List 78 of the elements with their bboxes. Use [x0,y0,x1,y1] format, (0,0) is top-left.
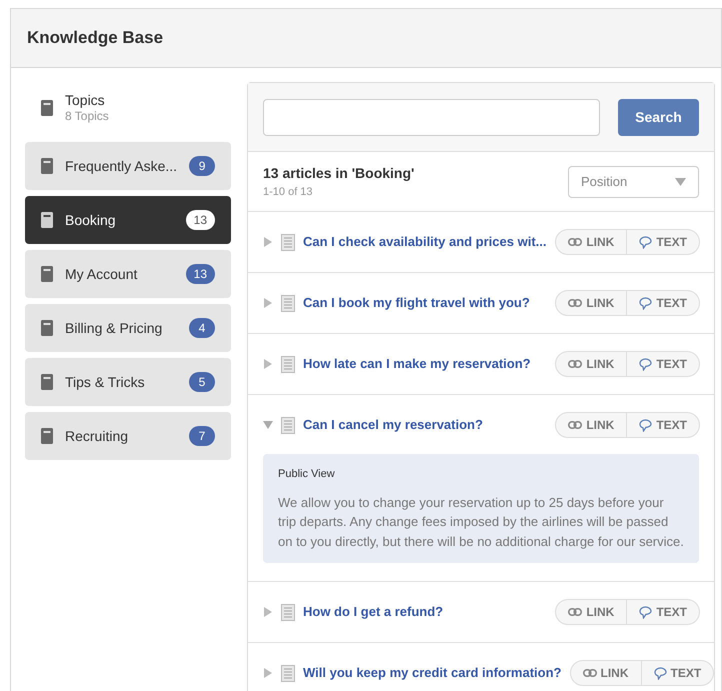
link-button[interactable]: LINK [555,290,628,316]
link-button[interactable]: LINK [555,229,628,255]
book-icon [41,212,53,228]
link-button[interactable]: LINK [555,351,628,377]
expand-triangle-icon[interactable] [263,298,273,308]
chain-link-icon [568,238,582,246]
count-badge: 13 [186,264,215,284]
book-icon [41,374,53,390]
topic-label: Booking [65,210,117,230]
document-icon [281,294,295,312]
document-icon [281,664,295,682]
book-icon [41,320,53,336]
article-link[interactable]: Will you keep my credit card information? [303,663,562,683]
answer-text: We allow you to change your reservation up to 25 days before your trip departs. Any change fees imposed by the airlines will be passed on to you directly, but there will be no additional charge for our service. [278,494,684,551]
chain-link-icon [568,299,582,307]
link-button[interactable]: LINK [555,599,628,625]
topic-label: Recruiting [65,426,130,446]
count-badge: 4 [189,318,215,338]
book-icon [41,158,53,174]
topic-item[interactable]: Frequently Aske... 9 [25,142,231,190]
article-link[interactable]: Can I cancel my reservation? [303,415,548,435]
document-icon [281,356,295,372]
book-icon [41,428,53,444]
topic-label: My Account [65,264,138,284]
count-badge: 7 [189,426,215,446]
speech-bubble-icon [639,418,652,432]
text-button[interactable]: TEXT [627,351,700,377]
answer-label: Public View [278,467,336,482]
book-icon [41,266,53,282]
sidebar-subtitle: 8 Topics [65,109,109,124]
page-title: Knowledge Base [27,27,164,50]
text-button[interactable]: TEXT [627,229,700,255]
expand-triangle-icon[interactable] [263,607,273,617]
sidebar-title: Topics [65,92,106,110]
text-button[interactable]: TEXT [627,290,700,316]
expand-triangle-icon[interactable] [263,237,273,247]
search-field[interactable] [263,98,600,136]
topic-item[interactable]: My Account 13 [25,250,231,298]
speech-bubble-icon [654,666,666,680]
expand-triangle-icon[interactable] [263,668,273,678]
chain-link-icon [568,608,582,616]
topic-item[interactable]: Booking 13 [25,196,231,244]
article-link[interactable]: Can I book my flight travel with you? [303,293,548,313]
article-link[interactable]: Can I check availability and prices wit... [303,232,548,252]
sort-dropdown[interactable]: Position [568,166,699,198]
speech-bubble-icon [639,236,652,248]
text-button[interactable]: TEXT [627,412,700,438]
dropdown-caret-icon [675,178,686,186]
link-button[interactable]: LINK [555,412,628,438]
list-range: 1-10 of 13 [263,184,314,200]
topic-item[interactable]: Recruiting 7 [25,412,231,460]
document-icon [281,416,295,434]
chain-link-icon [568,421,582,429]
list-title: 13 articles in 'Booking' [263,164,414,183]
count-badge: 13 [186,210,215,230]
count-badge: 9 [189,156,216,176]
link-button[interactable]: LINK [570,660,642,686]
topic-item[interactable]: Tips & Tricks 5 [25,358,231,406]
collapse-triangle-icon[interactable] [263,420,273,430]
topic-label: Tips & Tricks [65,372,146,392]
speech-bubble-icon [639,358,652,370]
topic-item[interactable]: Billing & Pricing 4 [25,304,231,352]
speech-bubble-icon [639,296,652,310]
text-button[interactable]: TEXT [627,599,700,625]
document-icon [281,604,295,620]
text-button[interactable]: TEXT [642,660,714,686]
count-badge: 5 [189,372,215,392]
article-link[interactable]: How do I get a refund? [303,602,548,622]
article-link[interactable]: How late can I make my reservation? [303,354,548,374]
chain-link-icon [568,360,582,368]
search-button[interactable]: Search [618,98,699,136]
topic-label: Frequently Aske... [65,156,178,176]
speech-bubble-icon [639,606,652,618]
document-icon [281,234,295,250]
expand-triangle-icon[interactable] [263,359,273,369]
topic-label: Billing & Pricing [65,318,164,338]
chain-link-icon [582,669,596,677]
book-icon [41,100,53,116]
